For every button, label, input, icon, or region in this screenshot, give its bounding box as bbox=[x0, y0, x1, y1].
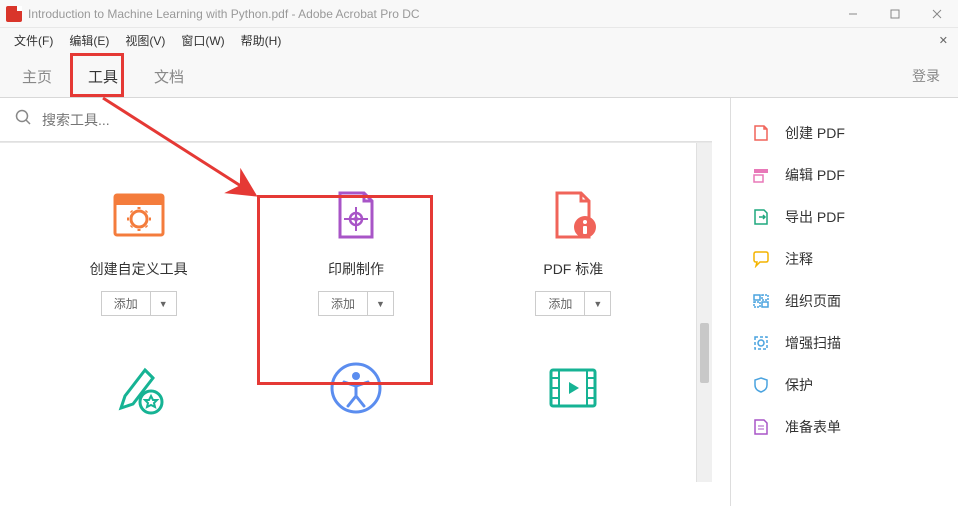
chevron-down-icon: ▼ bbox=[368, 296, 393, 312]
print-production-icon bbox=[324, 183, 388, 247]
right-panel: 创建 PDF 编辑 PDF 导出 PDF 注释 组织页面 增强扫描 保护 准备表… bbox=[730, 98, 958, 506]
sidebar-item-enhance-scan[interactable]: 增强扫描 bbox=[731, 322, 958, 364]
edit-pdf-icon bbox=[751, 165, 771, 185]
tab-bar: 主页 工具 文档 登录 bbox=[0, 52, 958, 98]
sidebar-item-label: 导出 PDF bbox=[785, 207, 845, 227]
sidebar-item-label: 保护 bbox=[785, 375, 813, 395]
export-pdf-icon bbox=[751, 207, 771, 227]
close-button[interactable] bbox=[916, 1, 958, 27]
secondary-close-icon[interactable]: ✕ bbox=[939, 34, 948, 47]
sidebar-item-export-pdf[interactable]: 导出 PDF bbox=[731, 196, 958, 238]
sidebar-item-label: 创建 PDF bbox=[785, 123, 845, 143]
sidebar-item-organize[interactable]: 组织页面 bbox=[731, 280, 958, 322]
prepare-form-icon bbox=[751, 417, 771, 437]
minimize-button[interactable] bbox=[832, 1, 874, 27]
enhance-scan-icon bbox=[751, 333, 771, 353]
add-button-label: 添加 bbox=[319, 292, 368, 315]
chevron-down-icon: ▼ bbox=[585, 296, 610, 312]
maximize-button[interactable] bbox=[874, 1, 916, 27]
tool-card-accessibility[interactable] bbox=[256, 356, 456, 432]
scroll-thumb[interactable] bbox=[700, 323, 709, 383]
pdf-standard-icon bbox=[541, 183, 605, 247]
window-controls bbox=[832, 1, 958, 27]
menu-view[interactable]: 视图(V) bbox=[117, 32, 173, 49]
tab-document[interactable]: 文档 bbox=[148, 58, 190, 97]
menu-bar: 文件(F) 编辑(E) 视图(V) 窗口(W) 帮助(H) ✕ bbox=[0, 28, 958, 52]
menu-edit[interactable]: 编辑(E) bbox=[61, 32, 117, 49]
sidebar-item-label: 增强扫描 bbox=[785, 333, 841, 353]
search-input[interactable] bbox=[42, 112, 698, 128]
sidebar-item-prepare-form[interactable]: 准备表单 bbox=[731, 406, 958, 448]
sidebar-item-create-pdf[interactable]: 创建 PDF bbox=[731, 112, 958, 154]
add-button-label: 添加 bbox=[536, 292, 585, 315]
certificates-icon bbox=[107, 356, 171, 420]
media-icon bbox=[541, 356, 605, 420]
tool-card-custom[interactable]: 创建自定义工具 添加 ▼ bbox=[39, 183, 239, 316]
tool-title: PDF 标准 bbox=[543, 259, 603, 279]
add-button[interactable]: 添加 ▼ bbox=[101, 291, 177, 316]
tools-panel: 创建自定义工具 添加 ▼ 印刷制作 添加 bbox=[0, 142, 712, 482]
accessibility-icon bbox=[324, 356, 388, 420]
login-link[interactable]: 登录 bbox=[912, 66, 940, 86]
sidebar-item-protect[interactable]: 保护 bbox=[731, 364, 958, 406]
create-pdf-icon bbox=[751, 123, 771, 143]
scrollbar[interactable] bbox=[696, 143, 712, 482]
tab-tools[interactable]: 工具 bbox=[82, 58, 124, 97]
menu-file[interactable]: 文件(F) bbox=[6, 32, 61, 49]
app-icon bbox=[6, 6, 22, 22]
chevron-down-icon: ▼ bbox=[151, 296, 176, 312]
add-button[interactable]: 添加 ▼ bbox=[318, 291, 394, 316]
custom-tool-icon bbox=[107, 183, 171, 247]
tool-card-certificates[interactable] bbox=[39, 356, 239, 432]
search-bar bbox=[0, 98, 712, 142]
sidebar-item-edit-pdf[interactable]: 编辑 PDF bbox=[731, 154, 958, 196]
tool-card-media[interactable] bbox=[473, 356, 673, 432]
window-title: Introduction to Machine Learning with Py… bbox=[28, 7, 832, 21]
tools-grid: 创建自定义工具 添加 ▼ 印刷制作 添加 bbox=[0, 143, 712, 482]
sidebar-item-label: 准备表单 bbox=[785, 417, 841, 437]
title-bar: Introduction to Machine Learning with Py… bbox=[0, 0, 958, 28]
protect-icon bbox=[751, 375, 771, 395]
menu-window[interactable]: 窗口(W) bbox=[173, 32, 232, 49]
sidebar-item-label: 组织页面 bbox=[785, 291, 841, 311]
add-button[interactable]: 添加 ▼ bbox=[535, 291, 611, 316]
sidebar-item-comment[interactable]: 注释 bbox=[731, 238, 958, 280]
tool-card-print[interactable]: 印刷制作 添加 ▼ bbox=[256, 183, 456, 316]
tool-card-pdf-standard[interactable]: PDF 标准 添加 ▼ bbox=[473, 183, 673, 316]
add-button-label: 添加 bbox=[102, 292, 151, 315]
tab-home[interactable]: 主页 bbox=[16, 58, 58, 97]
search-icon bbox=[14, 108, 32, 131]
organize-icon bbox=[751, 291, 771, 311]
tool-title: 创建自定义工具 bbox=[90, 259, 188, 279]
menu-help[interactable]: 帮助(H) bbox=[233, 32, 290, 49]
tool-title: 印刷制作 bbox=[328, 259, 384, 279]
comment-icon bbox=[751, 249, 771, 269]
sidebar-item-label: 注释 bbox=[785, 249, 813, 269]
sidebar-item-label: 编辑 PDF bbox=[785, 165, 845, 185]
